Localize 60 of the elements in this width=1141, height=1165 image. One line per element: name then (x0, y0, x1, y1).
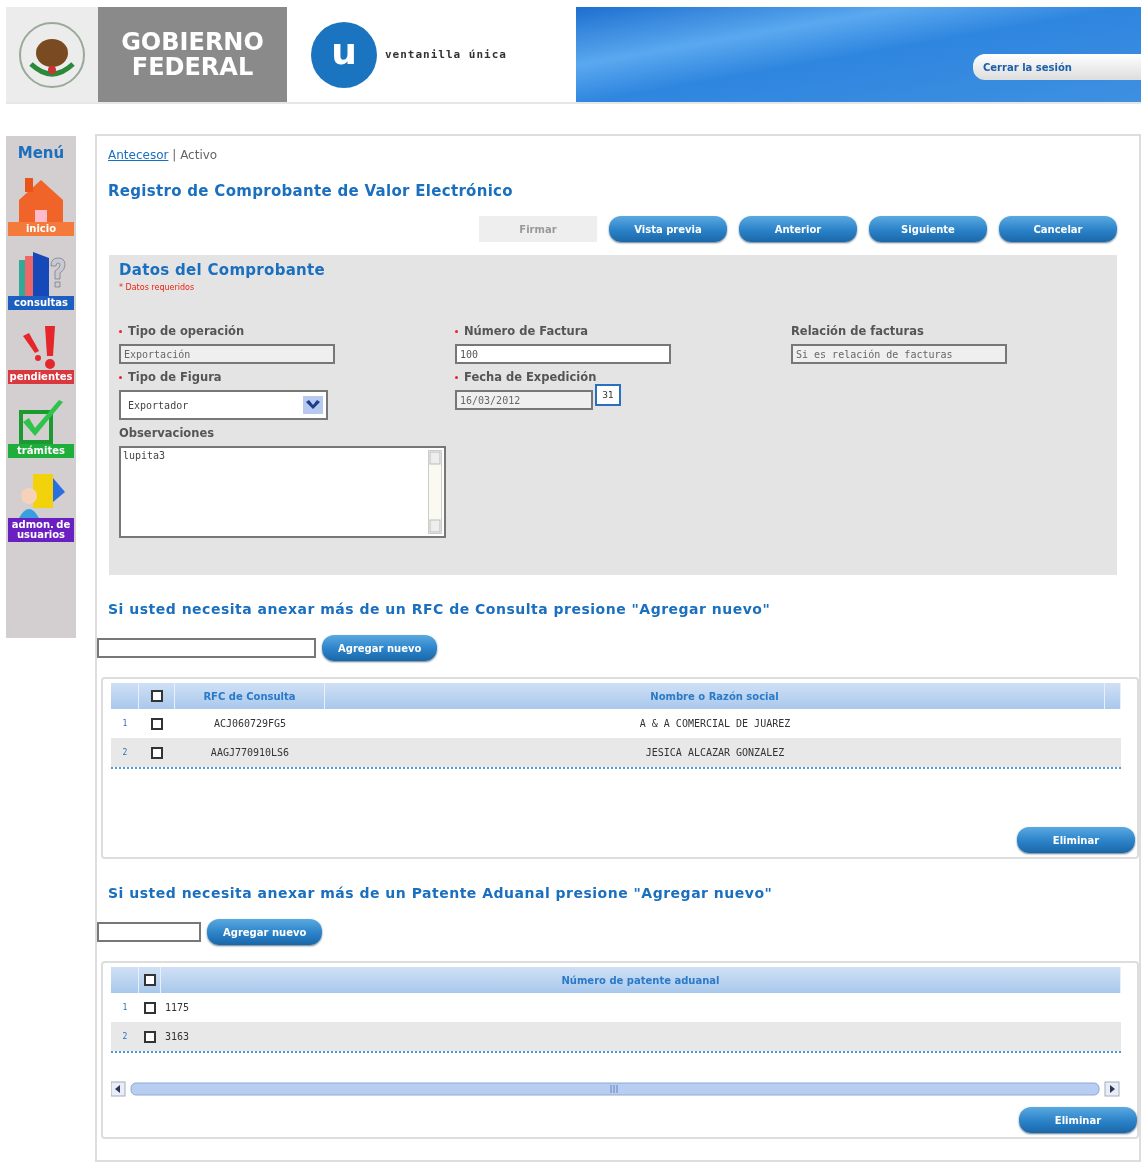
section-heading: Si usted necesita anexar más de un RFC de Consulta presione "Agregar nuevo" (108, 601, 772, 617)
logo-text: GOBIERNO (121, 29, 264, 55)
text-field[interactable] (97, 638, 316, 658)
table-cell-text: 3163 (164, 1031, 191, 1042)
delete-button[interactable]: Eliminar (1017, 827, 1135, 853)
action-button[interactable]: Cancelar (999, 216, 1117, 242)
table-cell-text: A & A COMERCIAL DE JUAREZ (638, 718, 792, 729)
column-header: Número de patente aduanal (161, 967, 1121, 993)
checkbox[interactable] (151, 746, 163, 759)
logout-button[interactable]: Cerrar la sesión (973, 54, 1141, 80)
menu-title: Menú (17, 144, 65, 162)
field-label: Observaciones (119, 426, 215, 440)
checkbox[interactable] (143, 974, 156, 986)
table-cell-text: AAGJ770910LS6 (209, 747, 291, 758)
checkbox[interactable] (151, 717, 163, 730)
brand-name: ventanilla única (385, 48, 507, 61)
breadcrumb-separator: | (172, 148, 177, 162)
required-note: * Datos requeridos (119, 283, 196, 292)
checkbox[interactable] (144, 1030, 156, 1043)
text-field[interactable]: 100 (455, 344, 671, 364)
table-cell-text: ACJ060729FG5 (212, 718, 288, 729)
field-label: Fecha de Expedición (464, 370, 597, 384)
column-header: RFC de Consulta (175, 683, 325, 709)
menu-item[interactable]: pendientes (8, 324, 74, 384)
logo-text: FEDERAL (131, 54, 254, 80)
row-number: 2 (121, 748, 129, 757)
action-button[interactable]: Vista previa (609, 216, 727, 242)
breadcrumb-link[interactable]: Antecesor (108, 148, 169, 162)
field-label: Tipo de operación (128, 324, 245, 338)
checkbox[interactable] (144, 1001, 156, 1014)
row-number: 1 (121, 719, 129, 728)
menu-item[interactable]: consultas (8, 250, 74, 310)
dropdown[interactable]: Exportador (119, 390, 328, 420)
field-label: Relación de facturas (791, 324, 924, 338)
checkbox[interactable] (150, 690, 163, 702)
menu-item[interactable]: admon. de usuarios (8, 472, 74, 542)
section-heading: Si usted necesita anexar más de un Patente Aduanal presione "Agregar nuevo" (108, 885, 774, 901)
menu-item[interactable]: inicio (8, 176, 74, 236)
page-title: Registro de Comprobante de Valor Electrónico (108, 182, 514, 200)
text-field[interactable] (97, 922, 201, 942)
field-label: Tipo de Figura (128, 370, 222, 384)
coat-of-arms-icon (17, 19, 87, 90)
logo-letter: u (311, 21, 377, 88)
column-header: Nombre o Razón social (325, 683, 1105, 709)
row-number: 2 (121, 1032, 129, 1041)
chevron-down-icon (303, 396, 323, 414)
table-cell-text: JESICA ALCAZAR GONZALEZ (644, 747, 786, 758)
add-button[interactable]: Agregar nuevo (207, 919, 323, 945)
text-area[interactable]: lupita3 (119, 446, 446, 538)
table-cell-text: 1175 (164, 1002, 191, 1013)
row-number: 1 (121, 1003, 129, 1012)
breadcrumb-current: Activo (180, 148, 218, 162)
horizontal-scrollbar[interactable] (111, 1081, 1121, 1097)
delete-button[interactable]: Eliminar (1019, 1107, 1137, 1133)
menu-item[interactable]: trámites (8, 398, 74, 458)
action-button[interactable]: Siguiente (869, 216, 987, 242)
field-label: Número de Factura (464, 324, 589, 338)
add-button[interactable]: Agregar nuevo (322, 635, 438, 661)
action-button[interactable]: Anterior (739, 216, 857, 242)
form-title: Datos del Comprobante (119, 261, 327, 279)
